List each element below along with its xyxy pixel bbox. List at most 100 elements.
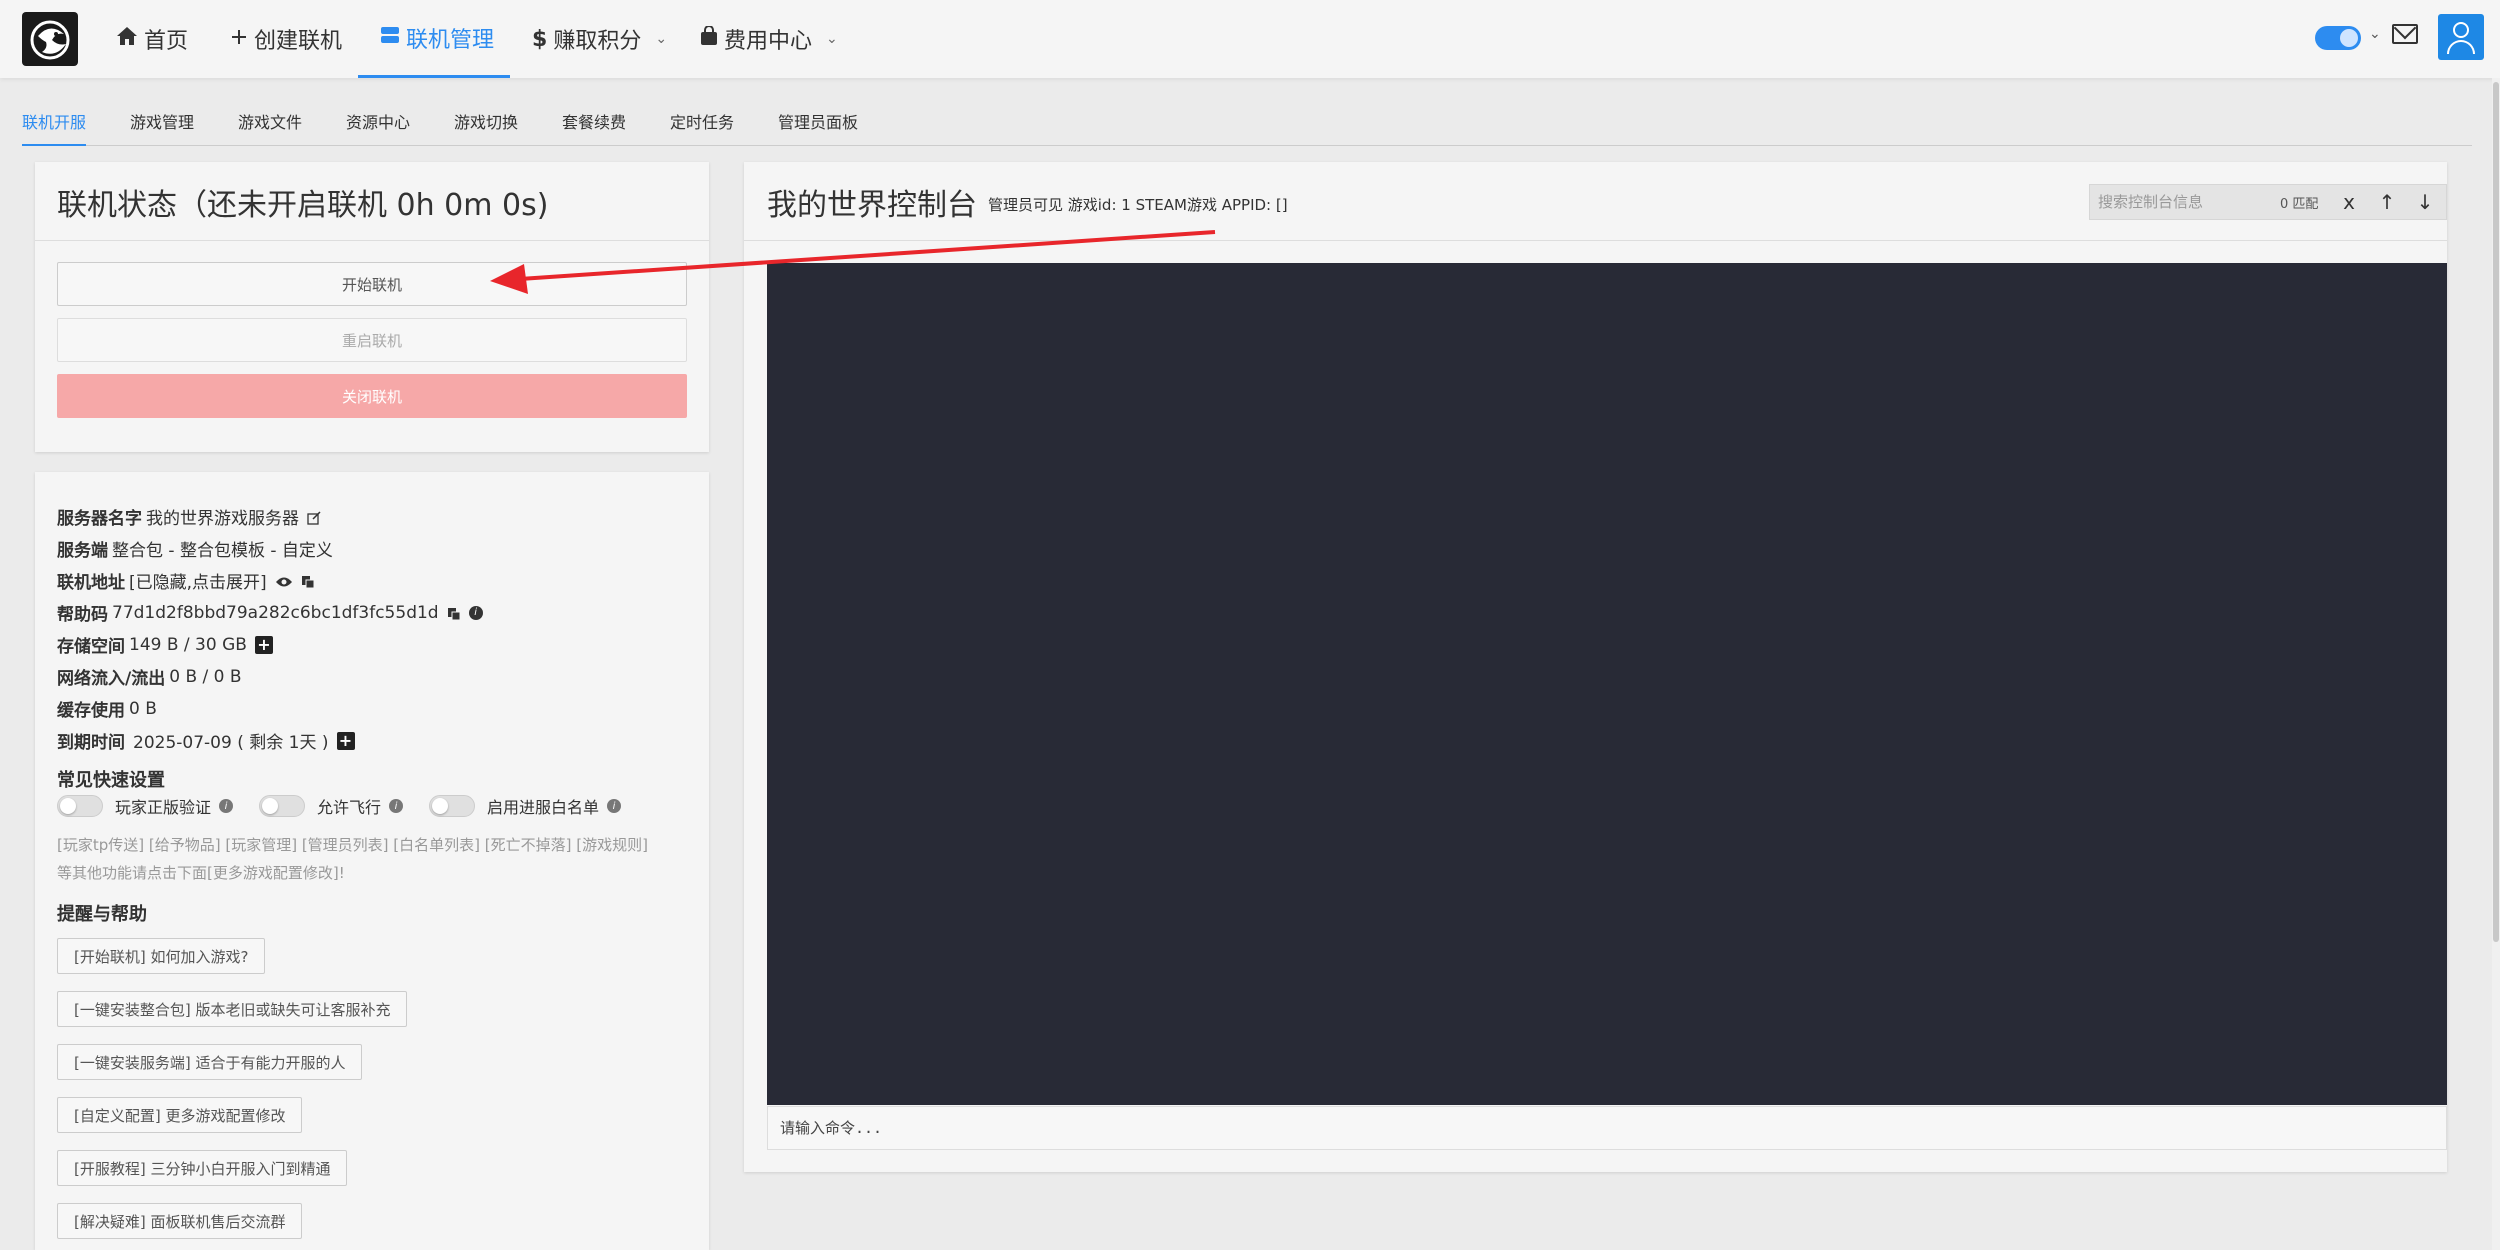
start-server-button[interactable]: 开始联机 xyxy=(57,262,687,306)
top-navbar: 首页 创建联机 联机管理 $ 赚取积分 ⌄ 费用中心 ⌄ ⌄ xyxy=(0,0,2500,78)
storage-row: 存储空间 149 B / 30 GB + xyxy=(57,632,273,657)
nav-manage[interactable]: 联机管理 xyxy=(358,0,510,78)
help-button-config[interactable]: [自定义配置] 更多游戏配置修改 xyxy=(57,1097,303,1133)
logo[interactable] xyxy=(22,12,78,66)
copy-icon[interactable] xyxy=(301,574,315,588)
cache-value: 0 B xyxy=(129,698,157,719)
server-icon xyxy=(380,25,400,50)
nav-earn-label: 赚取积分 xyxy=(553,29,642,54)
help-button-server[interactable]: [一键安装服务端] 适合于有能力开服的人 xyxy=(57,1044,363,1080)
server-info-panel: 服务器名字 我的世界游戏服务器 服务端 整合包 - 整合包模板 - 自定义 联机… xyxy=(35,472,709,1250)
chevron-down-icon: ⌄ xyxy=(826,31,838,47)
page-scrollbar[interactable] xyxy=(2492,78,2500,1250)
storage-value: 149 B / 30 GB xyxy=(129,634,247,655)
info-icon[interactable]: i xyxy=(607,799,622,813)
address-label: 联机地址 xyxy=(57,573,125,593)
toggle-whitelist[interactable] xyxy=(429,795,476,817)
help-code-value: 77d1d2f8bbd79a282c6bc1df3fc55d1d xyxy=(112,602,439,623)
subtab-game-switch[interactable]: 游戏切换 xyxy=(454,108,518,146)
restart-server-button[interactable]: 重启联机 xyxy=(57,318,687,362)
console-search-input[interactable] xyxy=(2090,185,2280,219)
storage-label: 存储空间 xyxy=(57,637,125,657)
more-config-hint: 等其他功能请点击下面[更多游戏配置修改]! xyxy=(57,864,345,882)
chevron-down-icon[interactable]: ⌄ xyxy=(2369,26,2381,42)
cache-label: 缓存使用 xyxy=(57,701,125,721)
quick-links[interactable]: [玩家tp传送] [给予物品] [玩家管理] [管理员列表] [白名单列表] [… xyxy=(57,834,648,855)
help-button-join[interactable]: [开始联机] 如何加入游戏? xyxy=(57,938,266,974)
theme-toggle[interactable] xyxy=(2315,26,2361,50)
console-terminal[interactable] xyxy=(767,263,2447,1105)
console-panel: 我的世界控制台 管理员可见 游戏id: 1 STEAM游戏 APPID: [] … xyxy=(744,162,2447,1172)
subtab-renew[interactable]: 套餐续费 xyxy=(562,108,626,146)
mail-icon[interactable] xyxy=(2392,24,2418,44)
nav-create[interactable]: 创建联机 xyxy=(230,0,342,78)
search-next-button[interactable]: ↓ xyxy=(2406,190,2444,214)
subtab-game-files[interactable]: 游戏文件 xyxy=(238,108,302,146)
dollar-icon: $ xyxy=(532,26,548,52)
console-search: 0 匹配 x ↑ ↓ xyxy=(2089,184,2447,220)
quick-settings-title: 常见快速设置 xyxy=(57,770,165,791)
search-match-count: 0 匹配 xyxy=(2280,196,2319,212)
network-row: 网络流入/流出 0 B / 0 B xyxy=(57,664,242,690)
copy-icon[interactable] xyxy=(447,606,461,620)
server-side-row: 服务端 整合包 - 整合包模板 - 自定义 xyxy=(57,536,333,561)
server-side-label: 服务端 xyxy=(57,541,108,561)
toggle-allow-flight-label: 允许飞行 xyxy=(317,798,382,817)
nav-home-label: 首页 xyxy=(144,29,189,54)
expire-label: 到期时间 xyxy=(57,733,125,753)
nav-billing-label: 费用中心 xyxy=(724,29,813,54)
status-title: 联机状态（还未开启联机 0h 0m 0s) xyxy=(57,188,549,223)
nav-home[interactable]: 首页 xyxy=(116,0,188,78)
chevron-down-icon: ⌄ xyxy=(655,31,668,47)
toggle-online-mode-label: 玩家正版验证 xyxy=(115,798,212,817)
console-subtitle: 管理员可见 游戏id: 1 STEAM游戏 APPID: [] xyxy=(988,196,1288,214)
help-button-support[interactable]: [解决疑难] 面板联机售后交流群 xyxy=(57,1203,303,1239)
status-panel: 联机状态（还未开启联机 0h 0m 0s) 开始联机 重启联机 关闭联机 xyxy=(35,162,709,452)
expire-row: 到期时间 2025-07-09 ( 剩余 1天 ) + xyxy=(57,728,355,753)
help-button-modpack[interactable]: [一键安装整合包] 版本老旧或缺失可让客服补充 xyxy=(57,991,408,1027)
nav-earn[interactable]: $ 赚取积分 ⌄ xyxy=(532,0,667,78)
server-side-value: 整合包 - 整合包模板 - 自定义 xyxy=(112,541,333,561)
edit-icon[interactable] xyxy=(307,510,321,525)
plus-icon xyxy=(230,27,248,52)
toggle-online-mode[interactable] xyxy=(57,795,103,817)
toggle-allow-flight[interactable] xyxy=(259,795,306,817)
user-avatar-button[interactable] xyxy=(2438,14,2484,60)
subtab-game-manage[interactable]: 游戏管理 xyxy=(130,108,194,146)
bag-icon xyxy=(700,25,718,52)
help-code-label: 帮助码 xyxy=(57,605,108,625)
server-name-row: 服务器名字 我的世界游戏服务器 xyxy=(57,504,321,529)
nav-create-label: 创建联机 xyxy=(254,29,343,54)
info-icon[interactable]: i xyxy=(219,799,234,813)
address-row: 联机地址 [已隐藏,点击展开] xyxy=(57,568,315,593)
subtab-resources[interactable]: 资源中心 xyxy=(346,108,410,146)
info-icon[interactable]: i xyxy=(389,799,404,813)
divider xyxy=(744,240,2447,241)
network-label: 网络流入/流出 xyxy=(57,669,166,689)
server-name-value: 我的世界游戏服务器 xyxy=(146,509,299,529)
command-input[interactable] xyxy=(767,1106,2447,1150)
search-prev-button[interactable]: ↑ xyxy=(2368,190,2406,214)
scrollbar-thumb[interactable] xyxy=(2493,82,2499,942)
help-code-row: 帮助码 77d1d2f8bbd79a282c6bc1df3fc55d1d i xyxy=(57,600,483,625)
help-title: 提醒与帮助 xyxy=(57,904,147,925)
help-button-tutorial[interactable]: [开服教程] 三分钟小白开服入门到精通 xyxy=(57,1150,348,1186)
home-icon xyxy=(116,26,138,52)
expire-value: 2025-07-09 ( 剩余 1天 ) xyxy=(133,733,329,753)
nav-billing[interactable]: 费用中心 ⌄ xyxy=(700,0,838,78)
user-icon xyxy=(2453,22,2469,38)
search-close-button[interactable]: x xyxy=(2330,190,2368,214)
address-value[interactable]: [已隐藏,点击展开] xyxy=(129,568,267,593)
subtab-admin[interactable]: 管理员面板 xyxy=(778,108,858,146)
subtab-start[interactable]: 联机开服 xyxy=(22,108,87,146)
eye-icon[interactable] xyxy=(275,574,293,588)
add-storage-icon[interactable]: + xyxy=(254,635,273,654)
nav-manage-label: 联机管理 xyxy=(406,27,495,53)
cache-row: 缓存使用 0 B xyxy=(57,696,157,722)
console-title: 我的世界控制台 xyxy=(767,188,977,223)
info-icon[interactable]: i xyxy=(468,605,483,620)
renew-plus-icon[interactable]: + xyxy=(336,731,355,750)
subtab-scheduled[interactable]: 定时任务 xyxy=(670,108,734,146)
stop-server-button[interactable]: 关闭联机 xyxy=(57,374,687,418)
sub-tabs: 联机开服 游戏管理 游戏文件 资源中心 游戏切换 套餐续费 定时任务 管理员面板 xyxy=(22,108,2472,146)
